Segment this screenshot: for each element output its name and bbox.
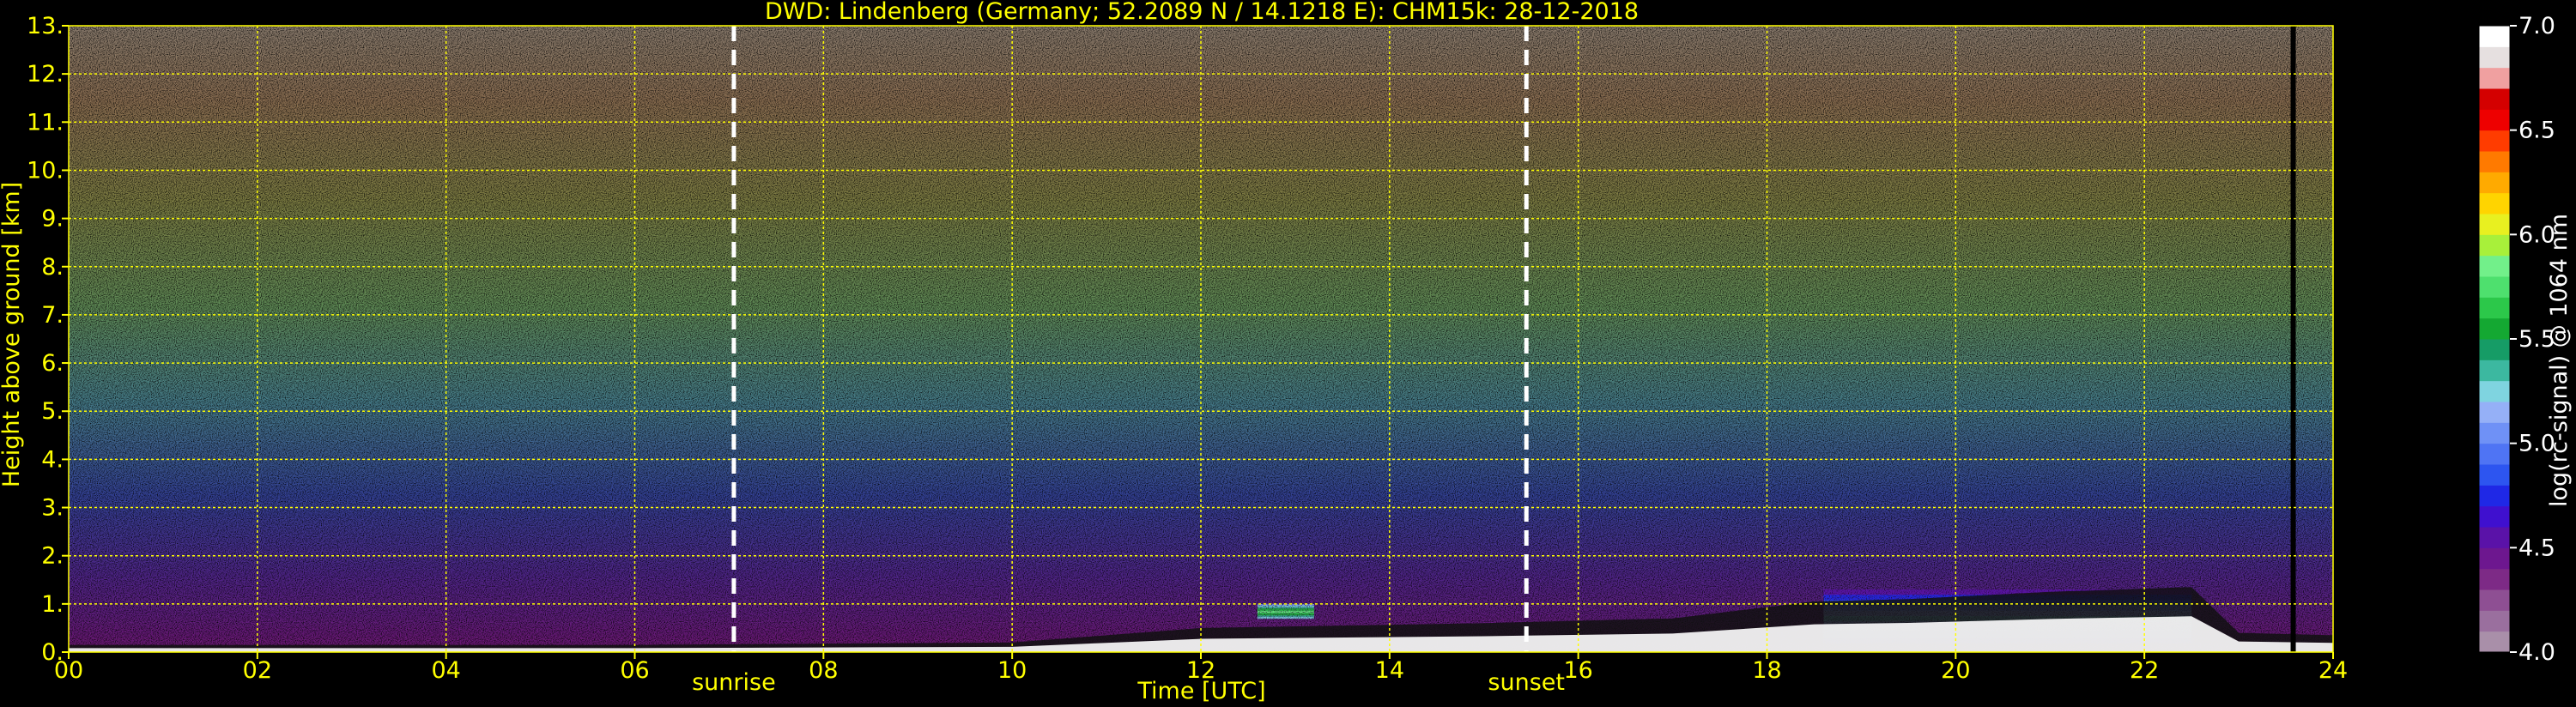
- colorbar-swatch: [2479, 443, 2510, 465]
- y-tick-label: 1.: [41, 591, 64, 618]
- colorbar-swatch: [2479, 547, 2510, 570]
- colorbar-swatch: [2479, 360, 2510, 382]
- x-tick-label: 06: [620, 657, 649, 684]
- colorbar-tick-label: 6.5: [2518, 118, 2555, 144]
- y-tick-label: 7.: [41, 302, 64, 329]
- y-tick-label: 0.: [41, 639, 64, 666]
- y-tick-label: 6.: [41, 350, 64, 377]
- y-tick-label: 3.: [41, 495, 64, 522]
- y-tick-label: 2.: [41, 543, 64, 570]
- colorbar-swatch: [2479, 276, 2510, 298]
- x-tick-label: 22: [2130, 657, 2159, 684]
- colorbar-swatch: [2479, 46, 2510, 69]
- x-tick-label: 08: [809, 657, 838, 684]
- missing-data-gap: [2290, 26, 2296, 652]
- marker-label-sunrise: sunrise: [692, 669, 776, 696]
- x-axis-label: Time [UTC]: [1136, 678, 1265, 704]
- colorbar-swatch: [2479, 234, 2510, 257]
- x-tick-label: 10: [997, 657, 1027, 684]
- x-tick-label: 14: [1375, 657, 1404, 684]
- colorbar-swatch: [2479, 610, 2510, 632]
- y-tick-label: 5.: [41, 398, 64, 425]
- colorbar-swatch: [2479, 339, 2510, 360]
- colorbar-swatch: [2479, 589, 2510, 611]
- y-tick-label: 13.: [27, 13, 64, 39]
- colorbar-swatch: [2479, 380, 2510, 402]
- colorbar-swatch: [2479, 151, 2510, 172]
- chart-canvas: sunrise sunset 00 02 04 06 08 10 12 14 16 18 20 22 24…: [0, 0, 2573, 704]
- marker-label-sunset: sunset: [1488, 669, 1565, 696]
- y-tick-label: 4.: [41, 446, 64, 473]
- colorbar-swatch: [2479, 631, 2510, 653]
- y-tick-label: 10.: [27, 157, 64, 184]
- colorbar-swatch: [2479, 297, 2510, 319]
- colorbar-swatch: [2479, 255, 2510, 277]
- colorbar-tick-label: 4.5: [2518, 535, 2555, 561]
- x-tick-label: 04: [431, 657, 460, 684]
- colorbar-swatch: [2479, 464, 2510, 486]
- y-tick-label: 11.: [27, 109, 64, 136]
- x-tick-label: 18: [1752, 657, 1781, 684]
- colorbar: 4.04.55.05.56.06.57.0: [2478, 13, 2555, 666]
- colorbar-swatch: [2479, 130, 2510, 152]
- x-tick-label: 02: [243, 657, 272, 684]
- colorbar-swatch: [2479, 109, 2510, 131]
- y-tick-label: 8.: [41, 254, 64, 281]
- colorbar-swatch: [2479, 88, 2510, 110]
- chart-title: DWD: Lindenberg (Germany; 52.2089 N / 14…: [765, 0, 1639, 25]
- colorbar-swatch: [2479, 172, 2510, 194]
- colorbar-swatch: [2479, 485, 2510, 507]
- colorbar-label: log(rc-signal) @ 1064 nm: [2546, 214, 2573, 507]
- colorbar-swatch: [2479, 505, 2510, 528]
- cloud-layer: [1257, 603, 1314, 619]
- x-tick-label: 24: [2318, 657, 2348, 684]
- colorbar-swatch: [2479, 568, 2510, 590]
- colorbar-swatch: [2479, 26, 2510, 47]
- y-tick-label: 9.: [41, 206, 64, 233]
- colorbar-swatch: [2479, 422, 2510, 444]
- colorbar-swatch: [2479, 192, 2510, 215]
- cloud-band: [1257, 617, 1314, 619]
- colorbar-tick-label: 7.0: [2518, 13, 2555, 39]
- x-tick-label: 20: [1941, 657, 1970, 684]
- x-tick-label: 16: [1563, 657, 1592, 684]
- colorbar-swatch: [2479, 527, 2510, 548]
- colorbar-tick-label: 4.0: [2518, 639, 2555, 666]
- colorbar-swatch: [2479, 317, 2510, 340]
- y-tick-label: 12.: [27, 61, 64, 88]
- colorbar-swatch: [2479, 402, 2510, 423]
- colorbar-swatch: [2479, 214, 2510, 235]
- y-axis-label: Height above ground [km]: [0, 182, 25, 487]
- colorbar-swatch: [2479, 67, 2510, 89]
